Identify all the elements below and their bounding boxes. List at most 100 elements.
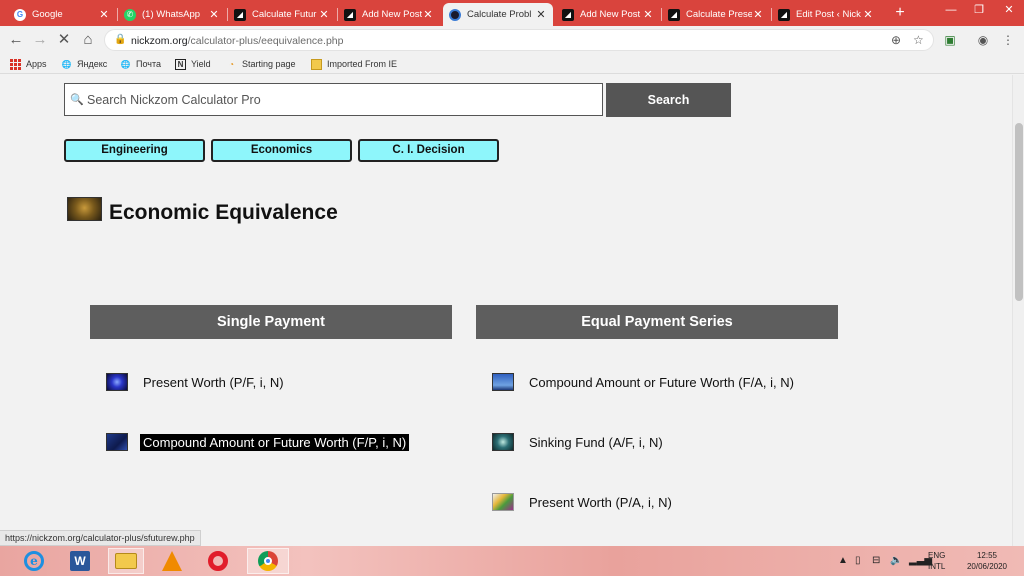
word-icon: W xyxy=(70,551,90,571)
thumbnail-image xyxy=(492,373,514,391)
category-engineering-button[interactable]: Engineering xyxy=(64,139,205,162)
show-hidden-icons-icon[interactable]: ▲ xyxy=(838,555,848,566)
browser-tab-strip: G Google ✕ ✆ (1) WhatsApp ✕ ◢ Calculate … xyxy=(0,0,1024,26)
tab-edit-post[interactable]: ◢ Edit Post ‹ Nick ✕ xyxy=(772,3,880,26)
taskbar-chrome[interactable] xyxy=(247,548,289,574)
tab-calculate-present[interactable]: ◢ Calculate Prese ✕ xyxy=(662,3,770,26)
taskbar-opera[interactable] xyxy=(200,548,236,574)
page-content: 🔍 Search Engineering Economics C. I. Dec… xyxy=(0,75,1012,546)
restore-icon[interactable]: ❐ xyxy=(964,0,994,20)
taskbar-word[interactable]: W xyxy=(62,548,98,574)
opera-icon xyxy=(208,551,228,571)
close-tab-icon[interactable]: ✕ xyxy=(642,8,654,21)
nickzom-icon: ◢ xyxy=(234,8,246,21)
close-tab-icon[interactable]: ✕ xyxy=(862,8,874,21)
apps-grid-icon xyxy=(10,58,21,70)
tab-title: Calculate Futur xyxy=(252,9,317,20)
bookmarks-bar: Apps 🌐 Яндекс 🌐 Почта N Yield ◔ Starting… xyxy=(0,54,1024,74)
whatsapp-icon: ✆ xyxy=(124,8,136,21)
bookmark-imported-from-ie[interactable]: Imported From IE xyxy=(311,57,397,71)
extension-icon[interactable]: ▣ xyxy=(942,32,958,48)
thumbnail-image xyxy=(492,433,514,451)
profile-avatar-icon[interactable]: ◉ xyxy=(975,32,991,48)
forward-arrow-icon[interactable]: → xyxy=(30,30,50,50)
search-box: 🔍 xyxy=(64,83,603,116)
bookmark-yandex[interactable]: 🌐 Яндекс xyxy=(61,57,108,71)
page-scrollbar[interactable] xyxy=(1012,75,1024,546)
taskbar-file-explorer[interactable] xyxy=(108,548,144,574)
nickzom-icon: ◢ xyxy=(344,8,356,21)
close-tab-icon[interactable]: ✕ xyxy=(535,8,547,21)
notion-icon: N xyxy=(175,58,186,70)
folder-icon xyxy=(311,58,322,70)
stop-loading-icon[interactable]: ✕ xyxy=(54,30,74,50)
chrome-icon xyxy=(258,551,278,571)
close-tab-icon[interactable]: ✕ xyxy=(318,8,330,21)
bookmark-star-icon[interactable]: ☆ xyxy=(913,33,924,47)
menu-kebab-icon[interactable]: ⋮ xyxy=(1000,32,1016,48)
category-ci-decision-button[interactable]: C. I. Decision xyxy=(358,139,499,162)
home-icon[interactable]: ⌂ xyxy=(78,30,98,50)
tab-calculate-future[interactable]: ◢ Calculate Futur ✕ xyxy=(228,3,336,26)
thumbnail-image xyxy=(106,433,128,451)
bookmark-pochta[interactable]: 🌐 Почта xyxy=(120,57,161,71)
taskbar-vlc[interactable] xyxy=(154,548,190,574)
search-icon: 🔍 xyxy=(70,94,84,106)
category-economics-button[interactable]: Economics xyxy=(211,139,352,162)
taskbar-internet-explorer[interactable]: e xyxy=(16,548,52,574)
nickzom-icon: ◢ xyxy=(562,8,574,21)
calculator-pro-icon xyxy=(449,8,461,21)
vlc-icon xyxy=(162,551,182,571)
link-compound-amount-fp[interactable]: Compound Amount or Future Worth (F/P, i,… xyxy=(106,433,410,451)
tab-title: Calculate Probl xyxy=(467,9,532,20)
close-tab-icon[interactable]: ✕ xyxy=(752,8,764,21)
link-present-worth-pa[interactable]: Present Worth (P/A, i, N) xyxy=(492,493,675,511)
link-sinking-fund-af[interactable]: Sinking Fund (A/F, i, N) xyxy=(492,433,666,451)
bookmark-yield[interactable]: N Yield xyxy=(175,57,211,71)
new-tab-button[interactable]: + xyxy=(890,3,910,23)
address-bar[interactable]: 🔒 nickzom.org/calculator-plus/eequivalen… xyxy=(104,29,934,51)
close-tab-icon[interactable]: ✕ xyxy=(422,8,434,21)
zoom-icon[interactable]: ⊕ xyxy=(891,33,901,47)
file-explorer-icon xyxy=(115,553,137,569)
tab-calculate-problem[interactable]: Calculate Probl ✕ xyxy=(443,3,553,26)
link-compound-amount-fa[interactable]: Compound Amount or Future Worth (F/A, i,… xyxy=(492,373,797,391)
google-icon: G xyxy=(14,8,26,21)
battery-icon[interactable]: ▯ xyxy=(855,555,861,566)
lion-logo-icon xyxy=(67,197,102,221)
tab-add-new-post-2[interactable]: ◢ Add New Post ✕ xyxy=(556,3,660,26)
tab-title: Google xyxy=(32,9,63,20)
bookmark-apps[interactable]: Apps xyxy=(10,57,47,71)
scrollbar-thumb[interactable] xyxy=(1015,123,1023,301)
thumbnail-image xyxy=(492,493,514,511)
globe-icon: 🌐 xyxy=(120,59,131,69)
url-text[interactable]: nickzom.org/calculator-plus/eequivalence… xyxy=(131,35,343,47)
tab-title: Add New Post xyxy=(362,9,422,20)
minimize-icon[interactable]: — xyxy=(936,0,966,20)
tab-title: Calculate Prese xyxy=(686,9,752,20)
section-heading-equal-payment-series: Equal Payment Series xyxy=(476,305,838,339)
volume-icon[interactable]: 🔈 xyxy=(890,555,902,566)
globe-icon: 🌐 xyxy=(61,59,72,69)
close-tab-icon[interactable]: ✕ xyxy=(98,8,110,21)
thumbnail-image xyxy=(106,373,128,391)
windows-taskbar: e W ▲ ▯ ⊟ 🔈 ▂▃▅ ENG INTL 12:55 20/06/202… xyxy=(0,546,1024,576)
starting-page-icon: ◔ xyxy=(229,59,234,69)
tab-google[interactable]: G Google ✕ xyxy=(8,3,116,26)
section-heading-single-payment: Single Payment xyxy=(90,305,452,339)
close-tab-icon[interactable]: ✕ xyxy=(208,8,220,21)
input-language[interactable]: ENG INTL xyxy=(928,550,945,572)
network-icon[interactable]: ⊟ xyxy=(872,555,880,566)
back-arrow-icon[interactable]: ← xyxy=(6,30,26,50)
search-input[interactable] xyxy=(87,92,587,107)
system-clock[interactable]: 12:55 20/06/2020 xyxy=(956,550,1018,572)
search-button[interactable]: Search xyxy=(606,83,731,117)
page-title: Economic Equivalence xyxy=(109,201,338,224)
bookmark-starting-page[interactable]: ◔ Starting page xyxy=(226,57,295,71)
tab-title: (1) WhatsApp xyxy=(142,9,201,20)
tab-whatsapp[interactable]: ✆ (1) WhatsApp ✕ xyxy=(118,3,226,26)
close-window-icon[interactable]: ✕ xyxy=(994,0,1024,20)
nickzom-icon: ◢ xyxy=(668,8,680,21)
tab-add-new-post[interactable]: ◢ Add New Post ✕ xyxy=(338,3,440,26)
link-present-worth-pf[interactable]: Present Worth (P/F, i, N) xyxy=(106,373,287,391)
